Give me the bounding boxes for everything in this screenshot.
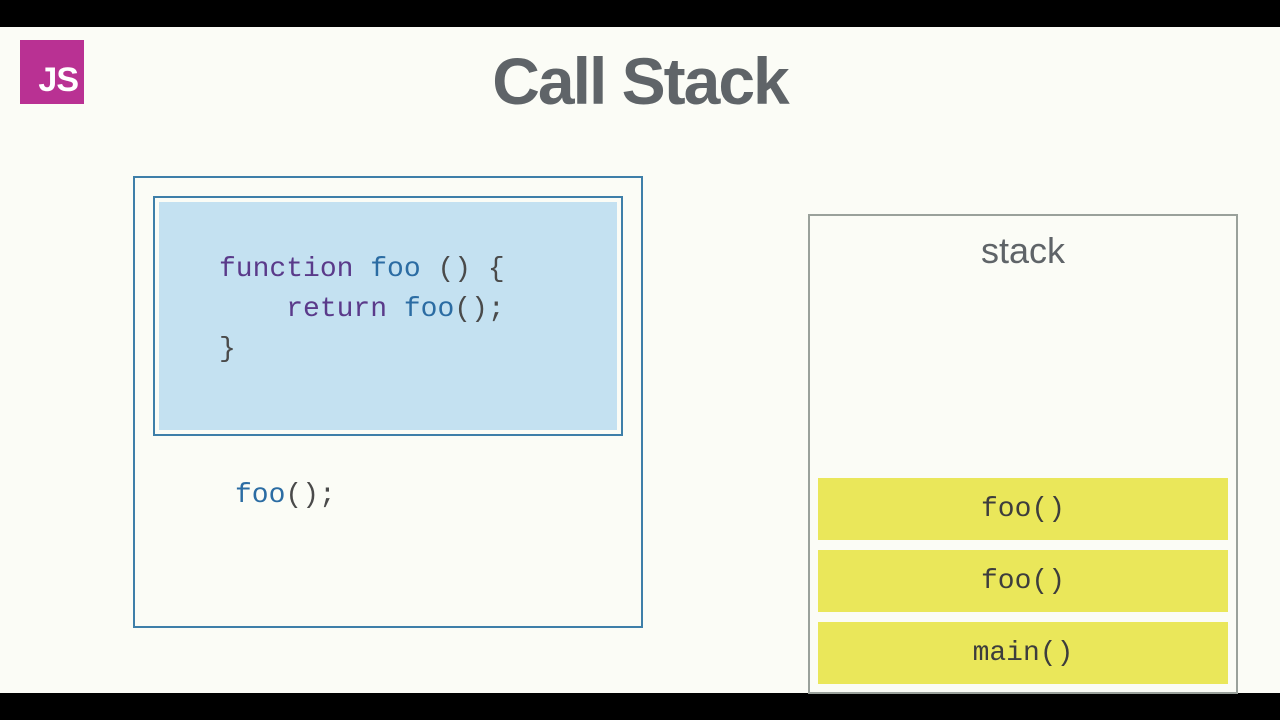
code-line-call: foo();	[235, 476, 563, 516]
token-plain: () {	[437, 254, 504, 285]
token-plain: ();	[285, 480, 335, 511]
stack-frame: main()	[818, 622, 1228, 684]
slide-title: Call Stack	[0, 43, 1280, 119]
token-function: foo	[387, 294, 454, 325]
stack-panel: stack foo() foo() main()	[808, 214, 1238, 694]
token-function: foo	[235, 480, 285, 511]
code-line-3: }	[219, 330, 557, 370]
token-indent	[219, 294, 286, 325]
token-keyword: return	[286, 294, 387, 325]
code-line-2: return foo();	[219, 290, 557, 330]
stack-frame: foo()	[818, 478, 1228, 540]
code-panel: function foo () { return foo(); } foo();	[133, 176, 643, 628]
token-plain: }	[219, 334, 236, 365]
stack-label: stack	[818, 230, 1228, 272]
slide: JS Call Stack function foo () { return f…	[0, 27, 1280, 693]
code-highlight-inner: function foo () { return foo(); }	[159, 202, 617, 430]
token-keyword: function	[219, 254, 353, 285]
code-rest: foo();	[153, 436, 623, 516]
token-function: foo	[353, 254, 437, 285]
stack-frame: foo()	[818, 550, 1228, 612]
stack-frames: foo() foo() main()	[818, 478, 1228, 684]
code-line-1: function foo () {	[219, 250, 557, 290]
token-plain: ();	[454, 294, 504, 325]
code-highlight-outer: function foo () { return foo(); }	[153, 196, 623, 436]
stack-spacer	[818, 272, 1228, 478]
